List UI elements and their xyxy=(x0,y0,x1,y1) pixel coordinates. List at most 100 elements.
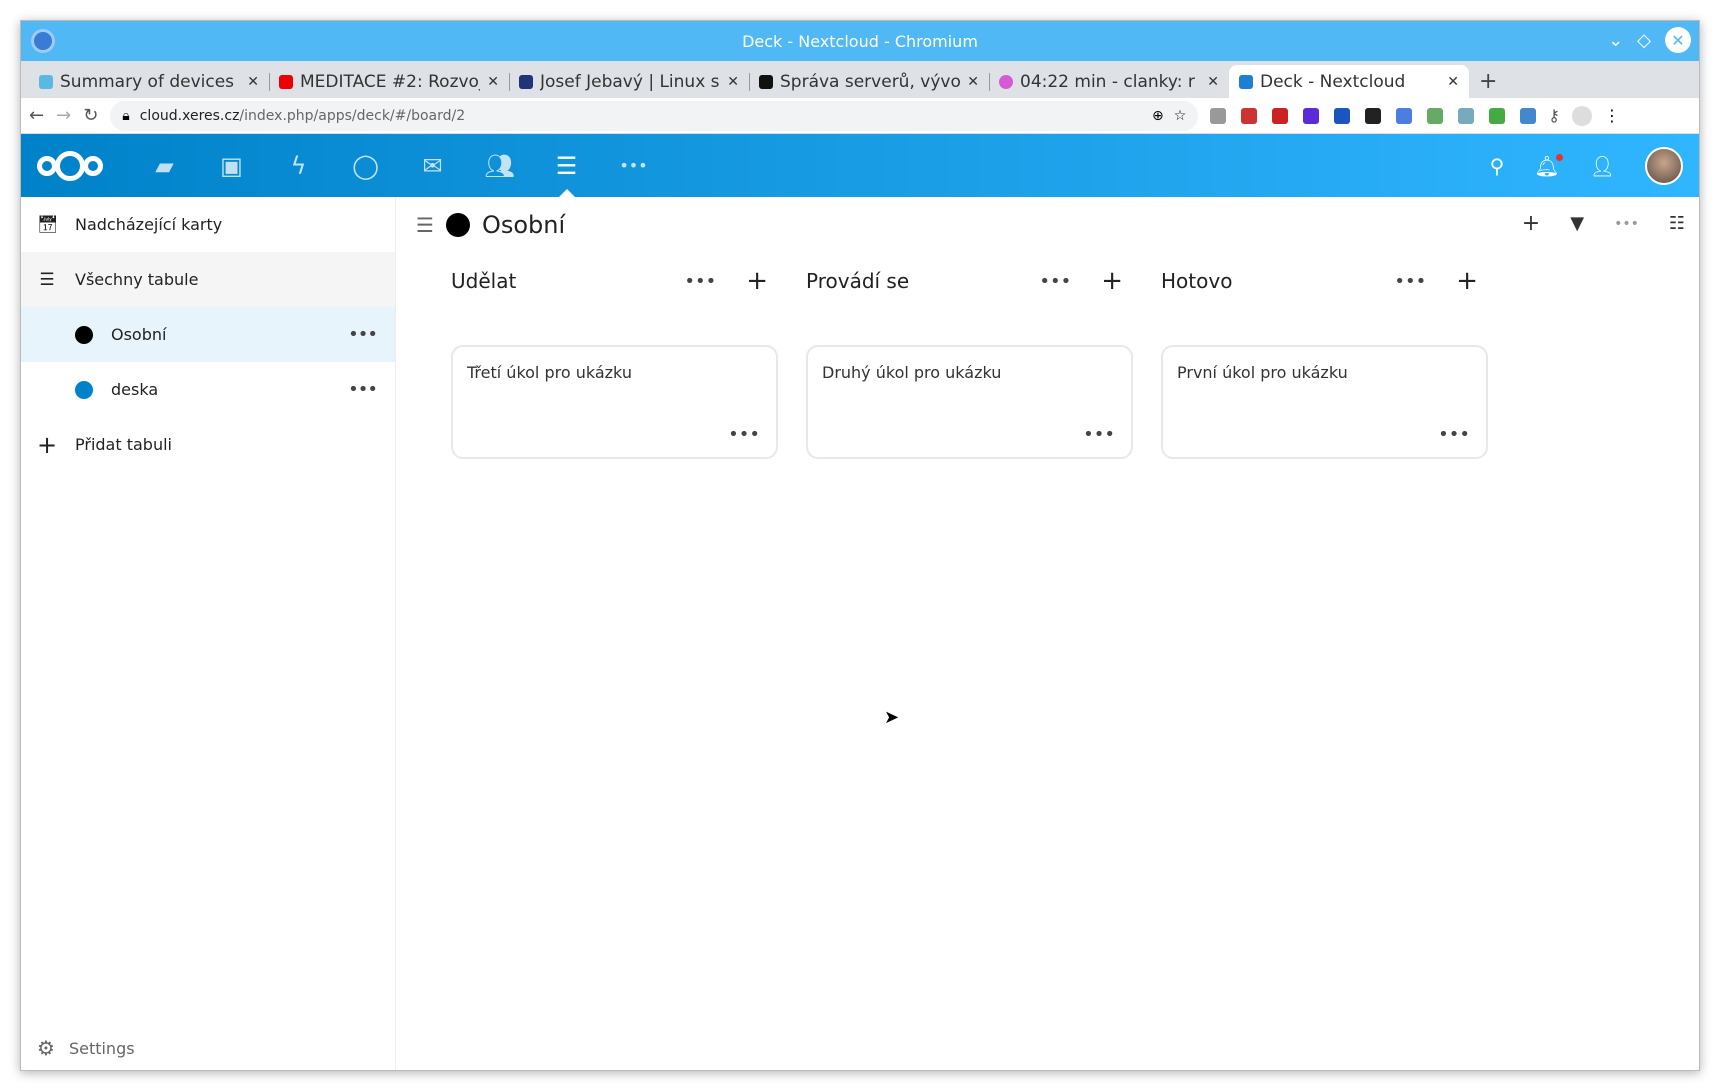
sidebar-board-osobni[interactable]: Osobní ••• xyxy=(21,307,395,362)
contacts-menu-icon[interactable]: 👤︎ xyxy=(1590,154,1615,178)
extension-icon[interactable] xyxy=(1272,107,1289,124)
extension-icon[interactable] xyxy=(1520,107,1537,124)
calendar-icon: 📅︎ xyxy=(37,214,59,235)
app-talk-icon[interactable]: ◯ xyxy=(332,134,399,197)
more-actions-button[interactable]: ••• xyxy=(1614,216,1639,232)
search-icon[interactable]: ⚲ xyxy=(1490,154,1505,178)
minimize-icon[interactable]: ⌄ xyxy=(1608,30,1623,51)
app-deck-icon[interactable]: ☰ xyxy=(533,134,600,197)
add-card-button[interactable]: + xyxy=(1456,266,1478,296)
card-actions-button[interactable]: ••• xyxy=(1083,424,1115,445)
extension-icon[interactable] xyxy=(1334,107,1351,124)
url-host: cloud.xeres.cz xyxy=(139,107,240,124)
extension-icon[interactable] xyxy=(1489,107,1506,124)
card[interactable]: Třetí úkol pro ukázku ••• xyxy=(451,345,778,459)
browser-tab[interactable]: MEDITACE #2: Rozvoj ✕ xyxy=(269,65,509,98)
card-actions-button[interactable]: ••• xyxy=(1438,424,1470,445)
card-actions-button[interactable]: ••• xyxy=(728,424,760,445)
bookmark-star-icon[interactable]: ☆ xyxy=(1174,108,1187,124)
browser-tab[interactable]: Summary of devices ✕ xyxy=(29,65,269,98)
sidebar-item-all-boards[interactable]: ☰ Všechny tabule xyxy=(21,252,395,307)
tab-title: Summary of devices xyxy=(60,71,235,92)
favicon-icon xyxy=(999,74,1013,89)
tab-title: Správa serverů, vývoj xyxy=(780,71,961,92)
extension-icon[interactable] xyxy=(1396,107,1413,124)
app-more-icon[interactable]: ••• xyxy=(600,134,667,197)
settings-button[interactable]: ⚙ Settings xyxy=(37,1036,135,1060)
browser-tab-active[interactable]: Deck - Nextcloud ✕ xyxy=(1229,65,1469,98)
tab-strip: Summary of devices ✕ MEDITACE #2: Rozvoj ✕… xyxy=(21,61,1699,98)
hamburger-icon[interactable]: ☰ xyxy=(416,213,434,237)
close-tab-icon[interactable]: ✕ xyxy=(967,74,979,90)
add-card-button[interactable]: + xyxy=(1101,266,1123,296)
close-tab-icon[interactable]: ✕ xyxy=(727,74,739,90)
board-header: ☰ Osobní xyxy=(397,197,1699,253)
mouse-cursor-icon: ➤ xyxy=(884,707,900,728)
extension-icon[interactable] xyxy=(1303,107,1320,124)
reload-icon[interactable]: ↻ xyxy=(83,105,98,126)
browser-tab[interactable]: 04:22 min - clanky: r ✕ xyxy=(989,65,1229,98)
close-tab-icon[interactable]: ✕ xyxy=(247,74,259,90)
board-color-dot xyxy=(445,213,470,237)
app-navigation: 📅︎ Nadcházející karty ☰ Všechny tabule Oso… xyxy=(21,197,396,1070)
board-color-dot xyxy=(75,380,93,399)
app-mail-icon[interactable]: ✉ xyxy=(399,134,466,197)
settings-label: Settings xyxy=(68,1038,135,1058)
stack-header: Hotovo ••• + xyxy=(1161,253,1488,309)
board-details-icon[interactable]: ☷ xyxy=(1669,213,1685,234)
app-files-icon[interactable]: ▰ xyxy=(131,134,198,197)
card[interactable]: Druhý úkol pro ukázku ••• xyxy=(806,345,1133,459)
key-icon[interactable]: ⚷ xyxy=(1548,106,1560,125)
board-view: ☰ Osobní + ▼ ••• ☷ Udělat ••• + Třetí úkol … xyxy=(397,197,1699,1070)
back-icon[interactable]: ← xyxy=(29,105,44,126)
close-tab-icon[interactable]: ✕ xyxy=(487,74,499,90)
extension-icon[interactable] xyxy=(1427,107,1444,124)
browser-tab[interactable]: Josef Jebavý | Linux s ✕ xyxy=(509,65,749,98)
close-tab-icon[interactable]: ✕ xyxy=(1207,74,1219,90)
stack-actions-button[interactable]: ••• xyxy=(684,271,716,292)
tab-title: MEDITACE #2: Rozvoj xyxy=(300,71,481,92)
sidebar-item-label: Přidat tabuli xyxy=(75,435,172,454)
stack-actions-button[interactable]: ••• xyxy=(1039,271,1071,292)
profile-icon[interactable] xyxy=(1572,105,1592,126)
window-title: Deck - Nextcloud - Chromium xyxy=(742,31,978,51)
app-contacts-icon[interactable]: 👥︎ xyxy=(466,134,533,197)
sidebar-item-upcoming[interactable]: 📅︎ Nadcházející karty xyxy=(21,197,395,252)
app-activity-icon[interactable]: ϟ xyxy=(265,134,332,197)
sidebar-board-deska[interactable]: deska ••• xyxy=(21,362,395,417)
browser-tab[interactable]: Správa serverů, vývoj ✕ xyxy=(749,65,989,98)
add-board-button[interactable]: + Přidat tabuli xyxy=(21,417,395,472)
url-path: /index.php/apps/deck/#/board/2 xyxy=(239,107,466,124)
board-actions-button[interactable]: ••• xyxy=(348,324,378,345)
extension-icon[interactable] xyxy=(1210,107,1227,124)
menu-icon[interactable]: ⋮ xyxy=(1604,106,1620,125)
toolbar: ← → ↻ 🔒︎ cloud.xeres.cz/index.php/apps/d… xyxy=(21,98,1699,134)
add-card-button[interactable]: + xyxy=(746,266,768,296)
sidebar-item-label: deska xyxy=(111,380,159,399)
address-bar[interactable]: 🔒︎ cloud.xeres.cz/index.php/apps/deck/#/… xyxy=(110,100,1199,131)
new-tab-button[interactable]: + xyxy=(1469,65,1507,98)
board-color-dot xyxy=(75,325,93,344)
stack-actions-button[interactable]: ••• xyxy=(1394,271,1426,292)
user-avatar[interactable] xyxy=(1645,146,1683,185)
notifications-bell-icon[interactable]: 🔔︎ xyxy=(1534,153,1563,178)
app-photos-icon[interactable]: ▣ xyxy=(198,134,265,197)
forward-icon[interactable]: → xyxy=(56,105,71,126)
extension-icon[interactable] xyxy=(1458,107,1475,124)
stack: Provádí se ••• + Druhý úkol pro ukázku ••• xyxy=(806,253,1133,459)
close-window-button[interactable]: ✕ xyxy=(1665,27,1691,53)
favicon-icon xyxy=(759,74,773,89)
card[interactable]: První úkol pro ukázku ••• xyxy=(1161,345,1488,459)
extension-icon[interactable] xyxy=(1365,107,1382,124)
stack-title: Hotovo xyxy=(1161,269,1233,293)
board-actions-button[interactable]: ••• xyxy=(348,379,378,400)
card-title: Třetí úkol pro ukázku xyxy=(467,363,632,382)
add-stack-button[interactable]: + xyxy=(1522,211,1540,236)
zoom-icon[interactable]: ⊕ xyxy=(1152,108,1164,124)
close-tab-icon[interactable]: ✕ xyxy=(1447,74,1459,90)
filter-icon[interactable]: ▼ xyxy=(1570,213,1584,234)
extension-icon[interactable] xyxy=(1241,107,1258,124)
maximize-icon[interactable]: ◇ xyxy=(1637,30,1651,51)
nextcloud-logo[interactable] xyxy=(37,150,103,181)
stack-header: Provádí se ••• + xyxy=(806,253,1133,309)
